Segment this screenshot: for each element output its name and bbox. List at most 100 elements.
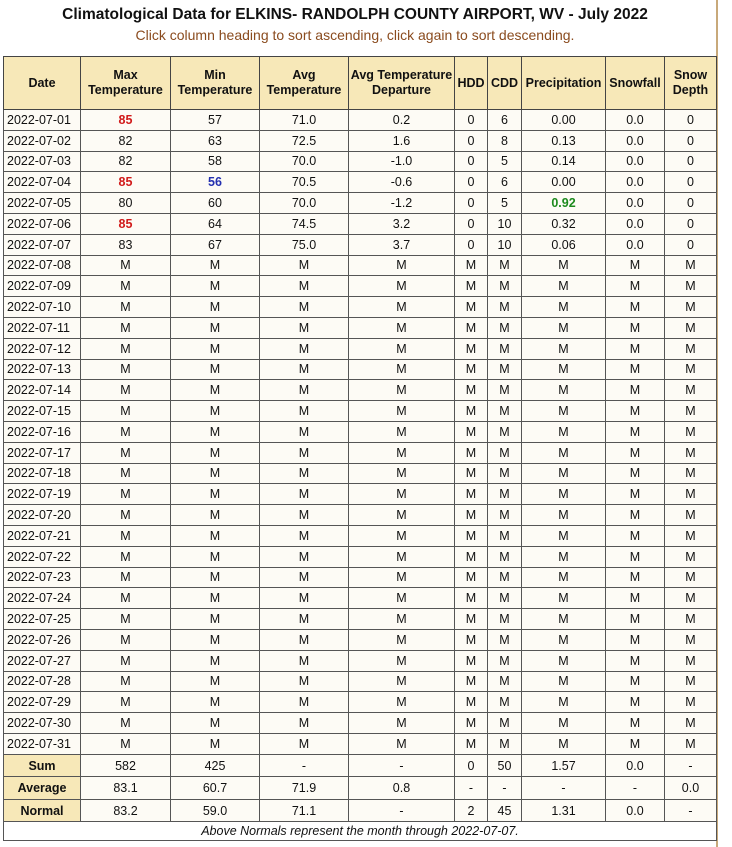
cell-hdd: 0 bbox=[454, 109, 488, 131]
cell-precipitation: M bbox=[521, 587, 606, 610]
cell-hdd: M bbox=[454, 649, 488, 672]
column-header-precipitation[interactable]: Precipitation bbox=[521, 56, 606, 110]
cell-max-temperature: M bbox=[80, 628, 171, 651]
cell-avg-temperature-departure: M bbox=[348, 358, 455, 381]
column-header-min-temperature[interactable]: Min Temperature bbox=[170, 56, 260, 110]
summary-row: Average 83.1 60.7 71.9 0.8- - - -0.0 bbox=[3, 776, 717, 800]
cell-max-temperature: M bbox=[80, 566, 171, 589]
cell-max-temperature: M bbox=[80, 545, 171, 568]
cell-cdd: M bbox=[487, 608, 522, 630]
cell-precipitation: M bbox=[521, 483, 606, 506]
cell-min-temperature: M bbox=[170, 379, 260, 402]
table-row: 2022-07-08 M M M M M M M M M bbox=[3, 254, 717, 277]
cell-avg-temperature: 75.0 bbox=[259, 233, 349, 256]
cell-snowfall: M bbox=[605, 545, 665, 568]
cell-precipitation: M bbox=[521, 608, 606, 630]
cell-snowfall: M bbox=[605, 441, 665, 464]
summary-cell-precipitation: - bbox=[521, 776, 606, 800]
cell-hdd: 0 bbox=[454, 171, 488, 194]
cell-snow-depth: M bbox=[664, 504, 717, 526]
cell-precipitation: M bbox=[521, 296, 606, 318]
cell-avg-temperature-departure: M bbox=[348, 545, 455, 568]
cell-date: 2022-07-02 bbox=[3, 129, 81, 152]
cell-hdd: M bbox=[454, 504, 488, 526]
column-header-snow-depth[interactable]: Snow Depth bbox=[664, 56, 717, 110]
cell-snow-depth: 0 bbox=[664, 150, 717, 173]
summary-cell-precipitation: 1.31 bbox=[521, 798, 606, 823]
cell-hdd: M bbox=[454, 400, 488, 422]
column-header-avg-temperature[interactable]: Avg Temperature bbox=[259, 56, 349, 110]
cell-avg-temperature: M bbox=[259, 462, 349, 485]
column-header-hdd[interactable]: HDD bbox=[454, 56, 488, 110]
cell-snow-depth: M bbox=[664, 524, 717, 547]
cell-hdd: M bbox=[454, 566, 488, 589]
cell-cdd: M bbox=[487, 400, 522, 422]
cell-snow-depth: M bbox=[664, 712, 717, 734]
cell-min-temperature: M bbox=[170, 296, 260, 318]
cell-hdd: 0 bbox=[454, 192, 488, 214]
summary-cell-snow-depth: - bbox=[664, 798, 717, 823]
cell-date: 2022-07-13 bbox=[3, 358, 81, 381]
column-header-cdd[interactable]: CDD bbox=[487, 56, 522, 110]
table-body: 2022-07-01 85 57 71.0 0.2 0 6 0.00 0.0 0 2022-07-0… bbox=[3, 109, 717, 755]
cell-date: 2022-07-08 bbox=[3, 254, 81, 277]
cell-avg-temperature: 70.0 bbox=[259, 192, 349, 214]
summary-cell-avg-temperature: 71.1 bbox=[259, 798, 349, 823]
cell-hdd: 0 bbox=[454, 233, 488, 256]
cell-hdd: M bbox=[454, 254, 488, 277]
summary-cell-max-temperature: 83.2 bbox=[80, 798, 171, 823]
cell-snowfall: M bbox=[605, 712, 665, 734]
cell-min-temperature: M bbox=[170, 254, 260, 277]
cell-precipitation: M bbox=[521, 379, 606, 402]
column-header-avg-temperature-departure[interactable]: Avg Temperature Departure bbox=[348, 56, 455, 110]
cell-snow-depth: M bbox=[664, 316, 717, 339]
summary-label: Sum bbox=[3, 753, 81, 778]
cell-max-temperature: 82 bbox=[80, 150, 171, 173]
column-header-date[interactable]: Date bbox=[3, 56, 81, 110]
cell-avg-temperature-departure: M bbox=[348, 608, 455, 630]
cell-avg-temperature: M bbox=[259, 628, 349, 651]
cell-cdd: M bbox=[487, 566, 522, 589]
cell-cdd: M bbox=[487, 712, 522, 734]
cell-hdd: M bbox=[454, 608, 488, 630]
cell-hdd: 0 bbox=[454, 212, 488, 235]
cell-min-temperature: M bbox=[170, 712, 260, 734]
cell-precipitation: M bbox=[521, 691, 606, 714]
cell-cdd: M bbox=[487, 670, 522, 693]
cell-hdd: M bbox=[454, 670, 488, 693]
cell-cdd: M bbox=[487, 483, 522, 506]
cell-avg-temperature-departure: M bbox=[348, 420, 455, 443]
cell-max-temperature: 85 bbox=[80, 212, 171, 235]
cell-avg-temperature: M bbox=[259, 670, 349, 693]
cell-cdd: M bbox=[487, 462, 522, 485]
cell-snowfall: M bbox=[605, 379, 665, 402]
table-row: 2022-07-03 82 58 70.0 -1.0 0 5 0.14 0.0 0 bbox=[3, 150, 717, 173]
cell-min-temperature: M bbox=[170, 587, 260, 610]
cell-snowfall: M bbox=[605, 524, 665, 547]
column-header-snowfall[interactable]: Snowfall bbox=[605, 56, 665, 110]
summary-cell-cdd: 45 bbox=[487, 798, 522, 823]
table-row: 2022-07-14 M M M M M M M M M bbox=[3, 379, 717, 402]
table-row: 2022-07-20 M M M M M M M M M bbox=[3, 504, 717, 526]
table-row: 2022-07-22 M M M M M M M M M bbox=[3, 545, 717, 568]
column-header-max-temperature[interactable]: Max Temperature bbox=[80, 56, 171, 110]
cell-cdd: 10 bbox=[487, 233, 522, 256]
cell-date: 2022-07-24 bbox=[3, 587, 81, 610]
cell-snow-depth: M bbox=[664, 379, 717, 402]
cell-avg-temperature: M bbox=[259, 400, 349, 422]
cell-precipitation: M bbox=[521, 316, 606, 339]
cell-max-temperature: M bbox=[80, 254, 171, 277]
cell-avg-temperature-departure: M bbox=[348, 296, 455, 318]
cell-date: 2022-07-03 bbox=[3, 150, 81, 173]
cell-snow-depth: M bbox=[664, 649, 717, 672]
cell-avg-temperature-departure: -1.0 bbox=[348, 150, 455, 173]
cell-avg-temperature: M bbox=[259, 691, 349, 714]
cell-cdd: M bbox=[487, 545, 522, 568]
cell-precipitation: M bbox=[521, 504, 606, 526]
cell-date: 2022-07-25 bbox=[3, 608, 81, 630]
cell-avg-temperature: M bbox=[259, 296, 349, 318]
cell-avg-temperature: M bbox=[259, 379, 349, 402]
cell-cdd: M bbox=[487, 420, 522, 443]
cell-hdd: M bbox=[454, 275, 488, 298]
cell-max-temperature: M bbox=[80, 296, 171, 318]
